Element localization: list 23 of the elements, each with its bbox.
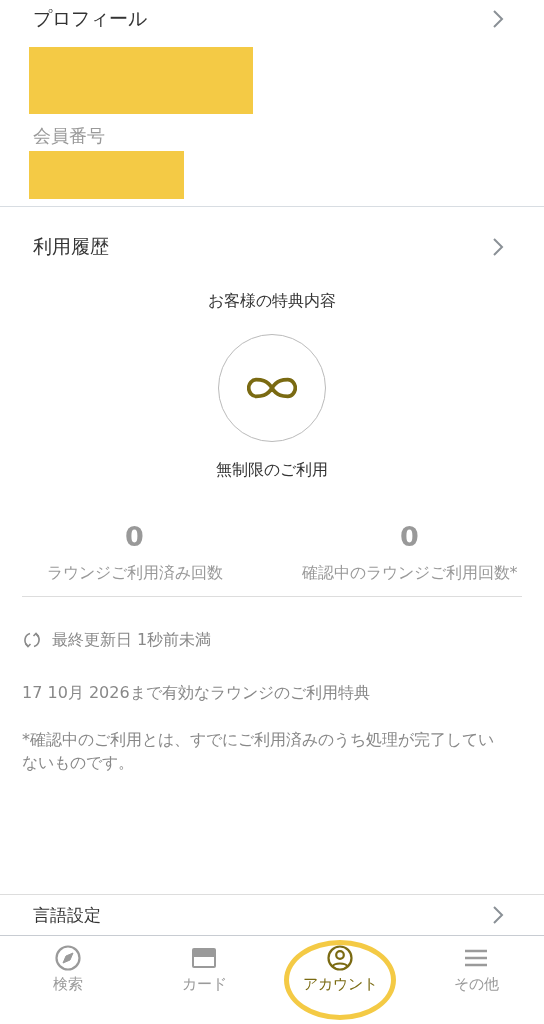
last-updated-text: 最終更新日 1秒前未満 [52, 629, 212, 651]
benefit-heading: お客様の特典内容 [208, 291, 336, 312]
chevron-right-icon[interactable] [492, 9, 504, 29]
stat-value: 0 [400, 521, 419, 552]
stat-value: 0 [125, 521, 144, 552]
nav-tab[interactable]: その他 [449, 936, 503, 1024]
validity-text: 17 10月 2026まで有効なラウンジのご利用特典 [22, 681, 371, 704]
language-settings-row[interactable]: 言語設定 [0, 894, 544, 935]
chevron-right-icon [492, 237, 504, 257]
stat-label: 確認中のラウンジご利用回数* [301, 562, 518, 584]
member-number-label: 会員番号 [32, 124, 106, 148]
profile-title: プロフィール [33, 6, 147, 31]
nav-tab[interactable]: アカウント [298, 936, 382, 1024]
nav-tab[interactable]: カード [177, 936, 231, 1024]
nav-tab[interactable]: 検索 [49, 936, 87, 1024]
benefit-caption: 無制限のご利用 [216, 460, 328, 481]
infinity-icon [247, 376, 297, 400]
stat-label: ラウンジご利用済み回数 [46, 562, 223, 584]
footnote-text: *確認中のご利用とは、すでにご利用済みのうち処理が完了していないものです。 [22, 728, 494, 774]
account-icon[interactable] [326, 944, 354, 972]
history-row[interactable]: 利用履歴 [0, 207, 544, 287]
chevron-right-icon [492, 905, 504, 925]
compass-icon[interactable] [54, 944, 82, 972]
